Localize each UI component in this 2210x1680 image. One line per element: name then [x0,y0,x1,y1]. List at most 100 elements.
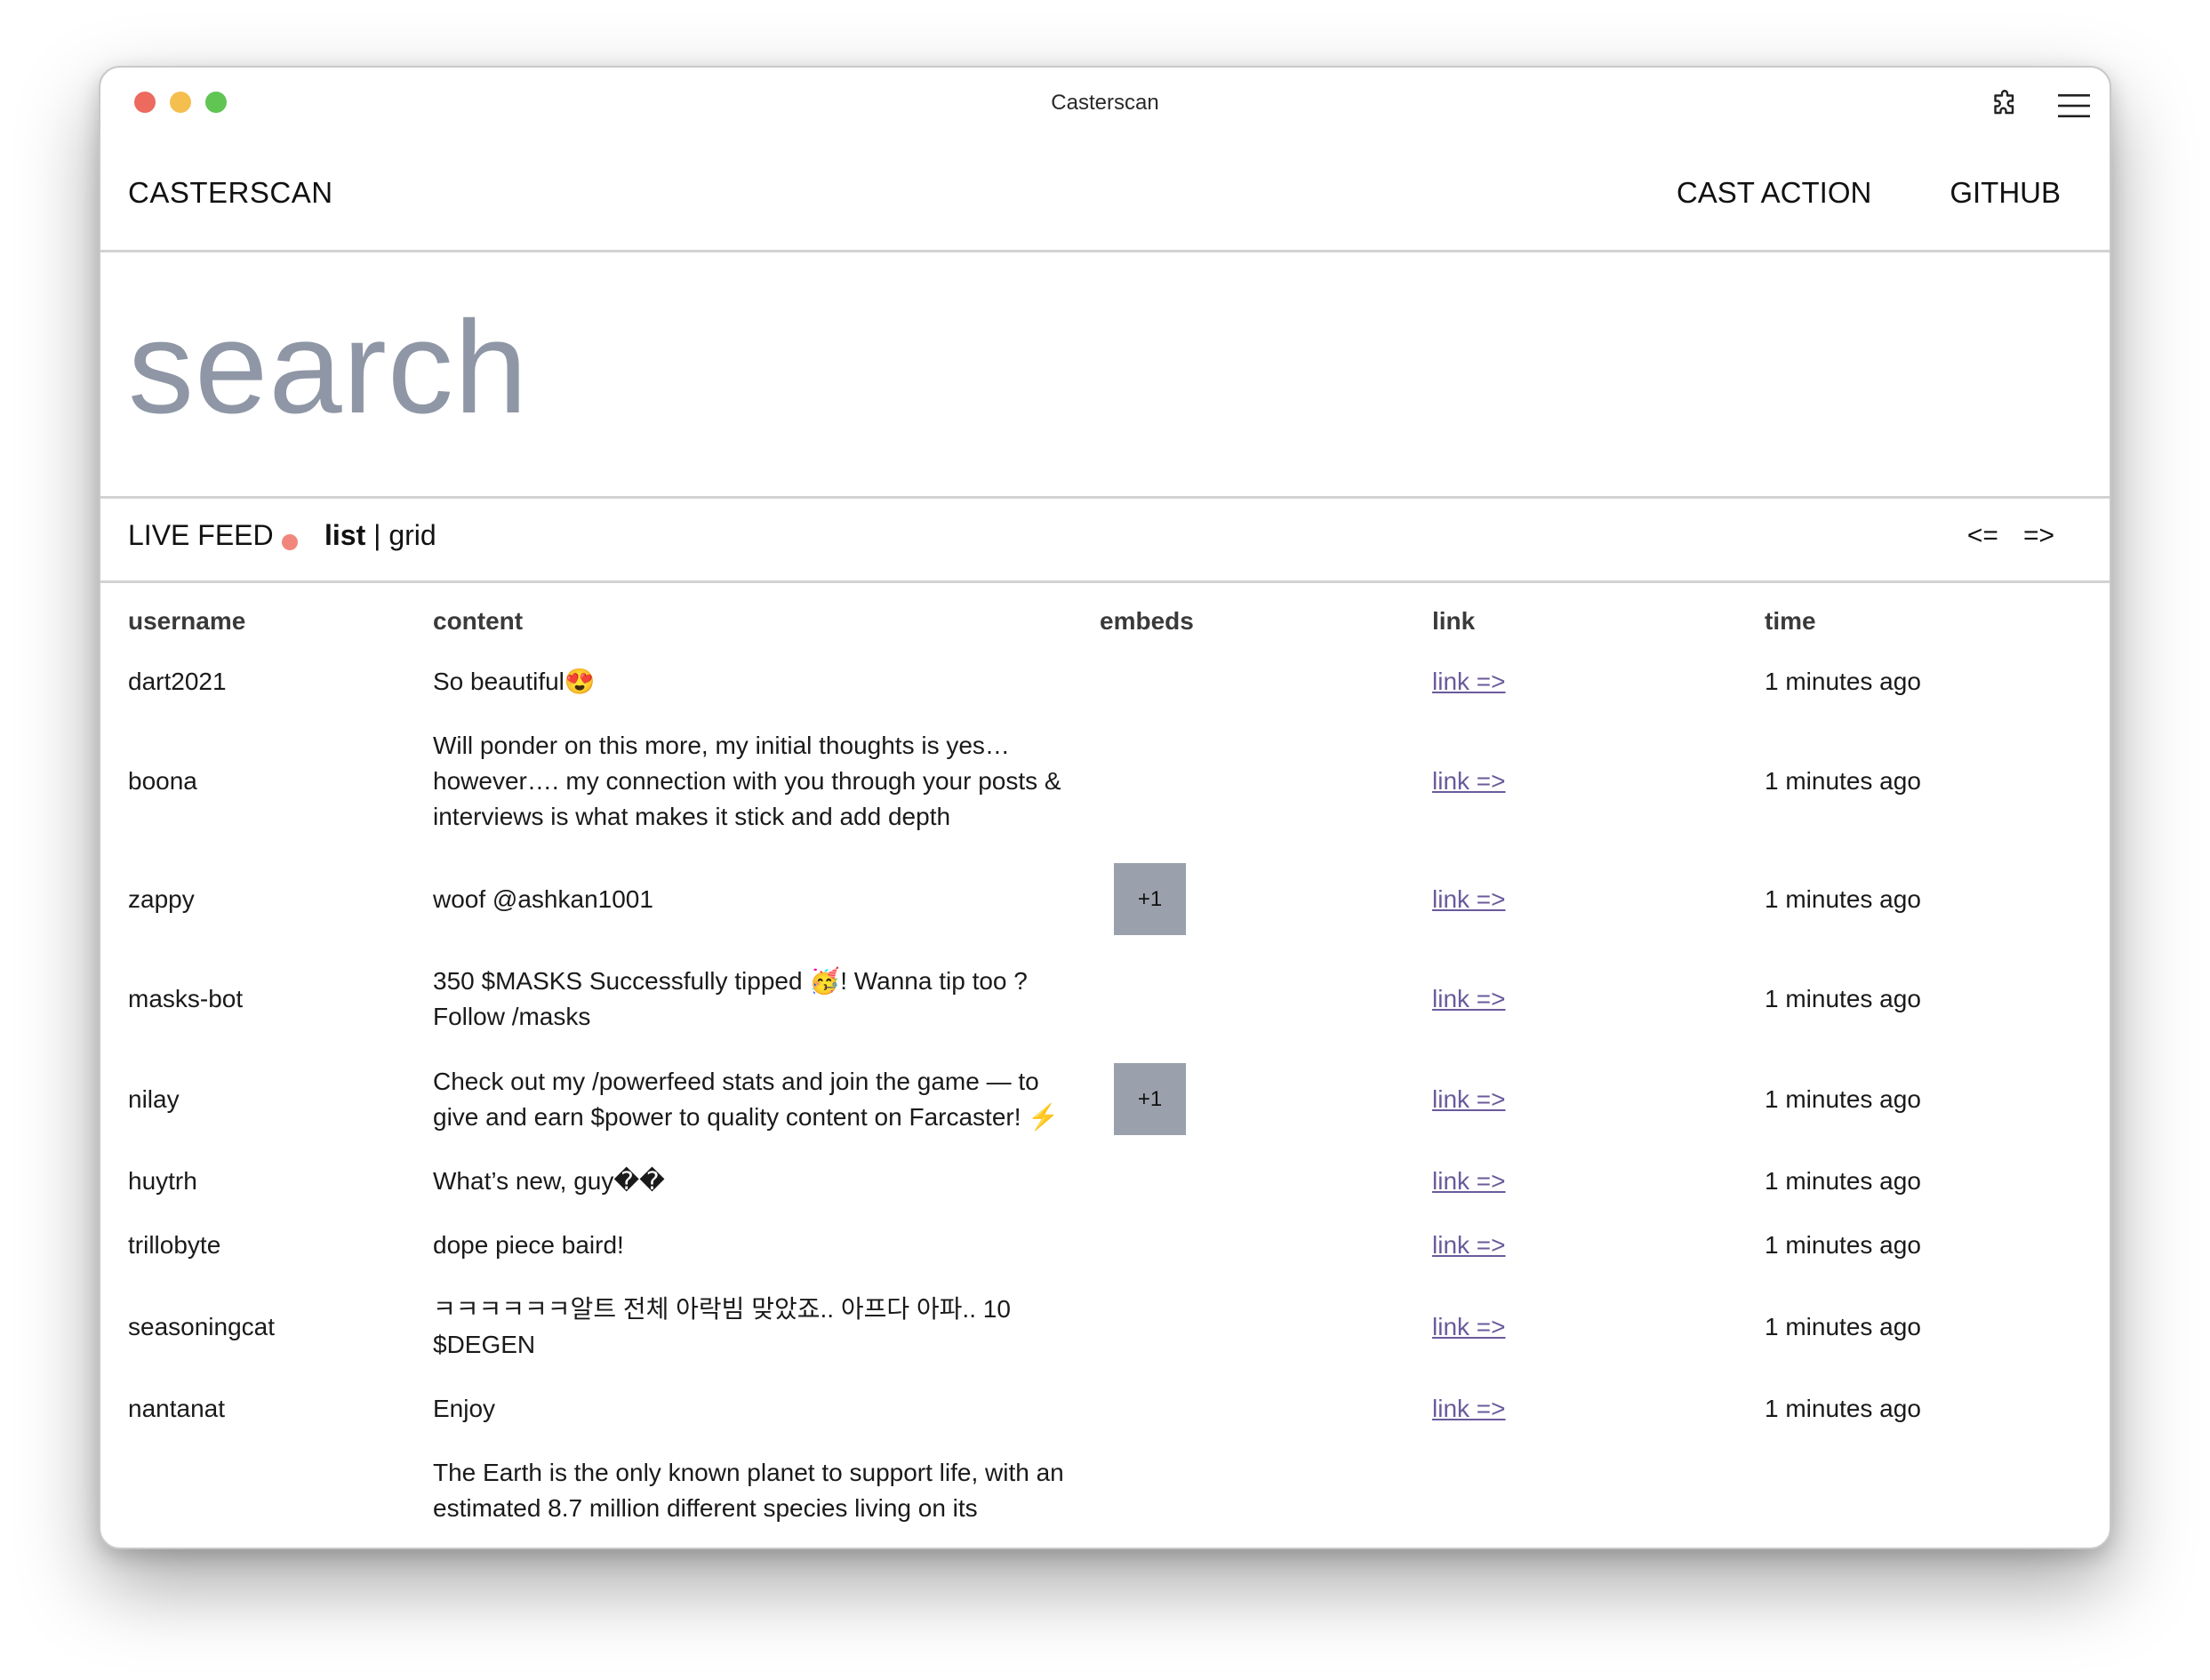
username-cell[interactable]: zappy [100,849,433,949]
list-view-toggle[interactable]: list [324,519,365,551]
username-cell[interactable]: dart2021 [100,650,433,714]
cast-link[interactable]: link => [1432,985,1506,1012]
content-cell: Check out my /powerfeed stats and join t… [433,1067,1060,1131]
header-embeds: embeds [1100,607,1194,635]
username-cell[interactable]: seasoningcat [100,1277,433,1377]
embeds-cell: +1 [1100,1049,1432,1149]
embeds-cell [1100,1277,1432,1377]
embeds-cell [1100,714,1432,849]
content-cell: 350 $MASKS Successfully tipped 🥳! Wanna … [433,967,1028,1030]
table-row: The Earth is the only known planet to su… [100,1441,2110,1540]
table-row: seasoningcat ㅋㅋㅋㅋㅋㅋ알트 전체 아락빔 맞았죠.. 아프다 아… [100,1277,2110,1377]
username-cell[interactable]: huytrh [100,1149,433,1213]
username-cell[interactable]: trillobyte [100,1213,433,1277]
pagination: <= => [1967,521,2054,551]
cast-link[interactable]: link => [1432,668,1506,695]
table-row: boona Will ponder on this more, my initi… [100,714,2110,849]
embeds-cell [1100,650,1432,714]
live-feed-label: LIVE FEED [128,519,274,551]
header-link: link [1432,607,1476,635]
content-cell: Will ponder on this more, my initial tho… [433,732,1061,830]
embeds-cell [1100,1441,1432,1540]
table-row: nantanat Enjoy link => 1 minutes ago [100,1377,2110,1441]
table-header-row: username content embeds link time [100,588,2110,650]
embed-count-badge[interactable]: +1 [1114,863,1186,935]
embeds-cell: +1 [1100,849,1432,949]
cast-link[interactable]: link => [1432,885,1506,913]
link-cell: link => [1432,1149,1765,1213]
browser-window: Casterscan CASTERSCAN CAST ACTION GITHUB… [99,66,2111,1549]
table-row: nilay Check out my /powerfeed stats and … [100,1049,2110,1149]
time-cell: 1 minutes ago [1765,884,1921,913]
cast-link[interactable]: link => [1432,1167,1506,1195]
time-cell: 1 minutes ago [1765,985,1921,1012]
content-cell: What’s new, guy�� [433,1167,665,1195]
time-cell: 1 minutes ago [1765,767,1921,795]
embeds-cell [1100,1377,1432,1441]
cast-link[interactable]: link => [1432,1231,1506,1259]
username-cell[interactable] [100,1441,433,1540]
content-cell: Enjoy [433,1395,496,1422]
cast-link[interactable]: link => [1432,767,1506,795]
time-cell: 1 minutes ago [1765,1313,1921,1340]
link-cell: link => [1432,714,1765,849]
table-row: zappy woof @ashkan1001 +1 link => 1 minu… [100,849,2110,949]
time-cell: 1 minutes ago [1765,668,1921,695]
feed-toolbar: LIVE FEED list | grid <= => [100,499,2110,583]
next-page-button[interactable]: => [2023,521,2054,551]
top-nav: CASTERSCAN CAST ACTION GITHUB [100,156,2110,252]
header-time: time [1765,607,1816,635]
username-cell[interactable]: boona [100,714,433,849]
view-separator: | [365,519,389,551]
username-cell[interactable]: masks-bot [100,949,433,1049]
search-input[interactable] [128,297,1639,439]
table-row: trillobyte dope piece baird! link => 1 m… [100,1213,2110,1277]
link-cell: link => [1432,1377,1765,1441]
link-cell: link => [1432,650,1765,714]
header-content: content [433,607,524,635]
link-cell: link => [1432,1213,1765,1277]
link-cell: link => [1432,1277,1765,1377]
embeds-cell [1100,949,1432,1049]
table-row: masks-bot 350 $MASKS Successfully tipped… [100,949,2110,1049]
grid-view-toggle[interactable]: grid [388,519,436,551]
live-indicator-dot [282,534,298,550]
cast-link[interactable]: link => [1432,1313,1506,1340]
brand-logo-text[interactable]: CASTERSCAN [128,176,333,210]
header-username: username [128,607,246,635]
cast-action-link[interactable]: CAST ACTION [1677,176,1871,210]
casts-table: username content embeds link time dart20… [100,588,2110,1540]
extensions-icon[interactable] [1989,89,2021,121]
content-cell: woof @ashkan1001 [433,884,653,913]
embed-count-badge[interactable]: +1 [1114,1063,1186,1135]
content-cell: dope piece baird! [433,1231,624,1259]
table-row: dart2021 So beautiful😍 link => 1 minutes… [100,650,2110,714]
title-bar: Casterscan [100,68,2110,156]
link-cell: link => [1432,1049,1765,1149]
link-cell: link => [1432,949,1765,1049]
prev-page-button[interactable]: <= [1967,521,1998,551]
hamburger-menu-icon[interactable] [2056,92,2092,119]
view-toggle: list | grid [324,519,436,552]
nav-links: CAST ACTION GITHUB [1677,176,2061,210]
embeds-cell [1100,1213,1432,1277]
github-link[interactable]: GITHUB [1950,176,2061,210]
search-section [100,252,2110,499]
time-cell [1765,1441,2110,1540]
username-cell[interactable]: nantanat [100,1377,433,1441]
content-cell: ㅋㅋㅋㅋㅋㅋ알트 전체 아락빔 맞았죠.. 아프다 아파.. 10 $DEGEN [433,1295,1011,1358]
cast-link[interactable]: link => [1432,1085,1506,1113]
table-row: huytrh What’s new, guy�� link => 1 minut… [100,1149,2110,1213]
embeds-cell [1100,1149,1432,1213]
time-cell: 1 minutes ago [1765,1084,1921,1113]
cast-link[interactable]: link => [1432,1395,1506,1422]
link-cell [1432,1441,1765,1540]
time-cell: 1 minutes ago [1765,1167,1921,1195]
content-cell: So beautiful😍 [433,668,596,695]
window-title: Casterscan [1051,91,1159,115]
content-cell: The Earth is the only known planet to su… [433,1459,1064,1522]
username-cell[interactable]: nilay [100,1049,433,1149]
time-cell: 1 minutes ago [1765,1395,1921,1422]
time-cell: 1 minutes ago [1765,1231,1921,1259]
link-cell: link => [1432,849,1765,949]
